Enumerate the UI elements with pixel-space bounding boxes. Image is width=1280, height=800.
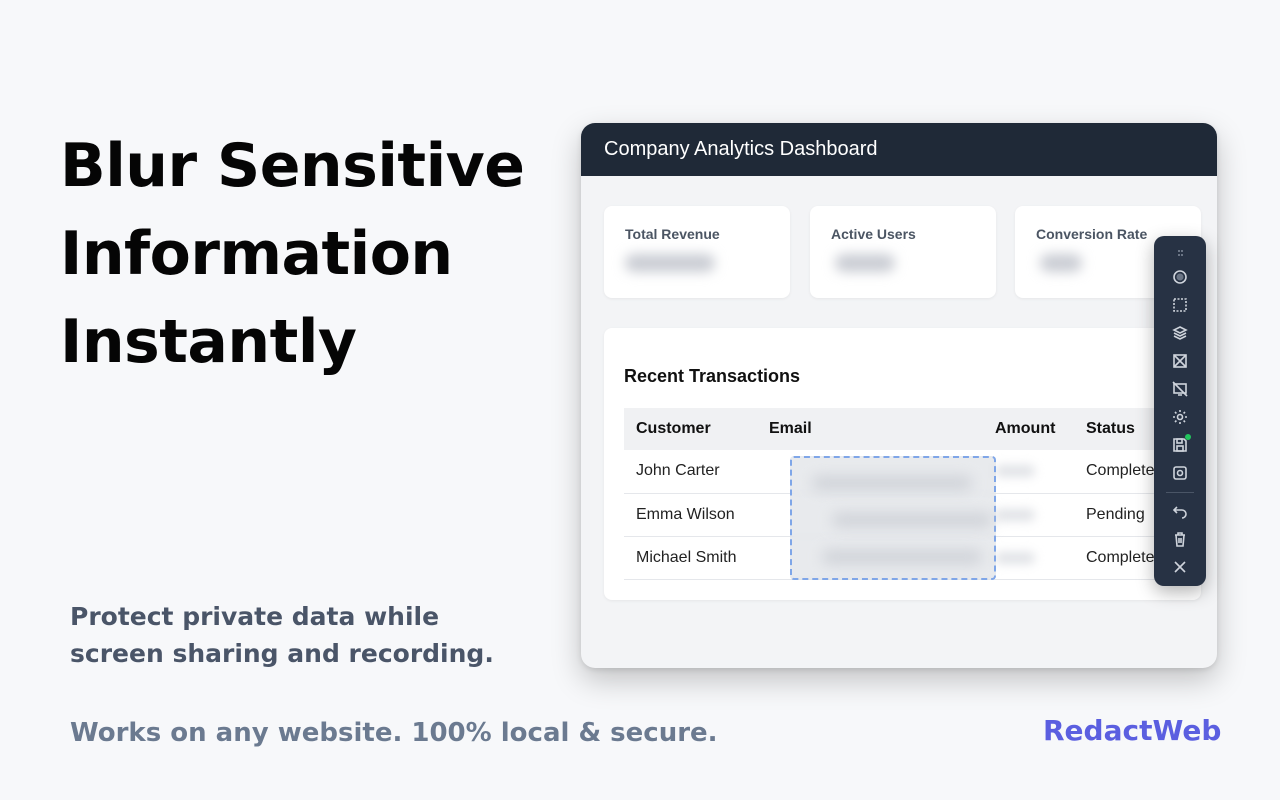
transactions-card: Recent Transactions Customer Email Amoun… [604, 328, 1201, 600]
blur-smear [832, 513, 992, 527]
customer-cell: John Carter [624, 450, 757, 494]
blur-smear [812, 476, 972, 490]
close-icon[interactable] [1168, 555, 1192, 579]
toolbar-divider [1166, 492, 1194, 493]
stat-label: Total Revenue [625, 226, 720, 242]
dashboard-header: Company Analytics Dashboard [581, 123, 1217, 176]
select-area-icon[interactable] [1168, 293, 1192, 317]
amount-cell-blurred [983, 536, 1074, 580]
subtext: Protect private data while screen sharin… [70, 598, 540, 672]
blurred-value [835, 254, 895, 272]
dashboard-window: Company Analytics Dashboard Total Revenu… [581, 123, 1217, 668]
subtext-line-1: Protect private data while [70, 602, 440, 631]
blurred-value [625, 254, 715, 272]
customer-cell: Emma Wilson [624, 493, 757, 537]
amount-cell-blurred [983, 493, 1074, 537]
transactions-title: Recent Transactions [624, 366, 801, 386]
headline-line-2: Information [60, 219, 453, 289]
headline-line-1: Blur Sensitive [60, 131, 525, 201]
dashboard-title: Company Analytics Dashboard [604, 138, 878, 160]
subtext-line-2: screen sharing and recording. [70, 639, 494, 668]
capture-icon[interactable] [1168, 461, 1192, 485]
stat-card-users: Active Users [810, 206, 996, 298]
circle-blur-icon[interactable] [1168, 265, 1192, 289]
customer-cell: Michael Smith [624, 536, 757, 580]
stat-label: Active Users [831, 226, 916, 242]
footnote: Works on any website. 100% local & secur… [70, 718, 718, 748]
column-header: Customer [624, 408, 757, 450]
status-indicator [1185, 434, 1191, 440]
headline: Blur Sensitive Information Instantly [60, 122, 540, 386]
table-header-row: Customer Email Amount Status [624, 408, 1201, 450]
redact-box-icon[interactable] [1168, 349, 1192, 373]
layers-icon[interactable] [1168, 321, 1192, 345]
brand-logo: RedactWeb [1043, 714, 1222, 747]
stat-card-revenue: Total Revenue [604, 206, 790, 298]
blur-smear [822, 550, 982, 564]
drag-handle[interactable] [1178, 250, 1181, 256]
delete-icon[interactable] [1168, 527, 1192, 551]
headline-line-3: Instantly [60, 307, 357, 377]
redact-toolbar [1154, 236, 1206, 586]
column-header: Email [757, 408, 983, 450]
blur-selection-box[interactable] [790, 456, 996, 580]
blurred-value [1040, 254, 1082, 272]
hide-screen-icon[interactable] [1168, 377, 1192, 401]
undo-icon[interactable] [1168, 499, 1192, 523]
amount-cell-blurred [983, 450, 1074, 494]
column-header: Amount [983, 408, 1074, 450]
settings-icon[interactable] [1168, 405, 1192, 429]
